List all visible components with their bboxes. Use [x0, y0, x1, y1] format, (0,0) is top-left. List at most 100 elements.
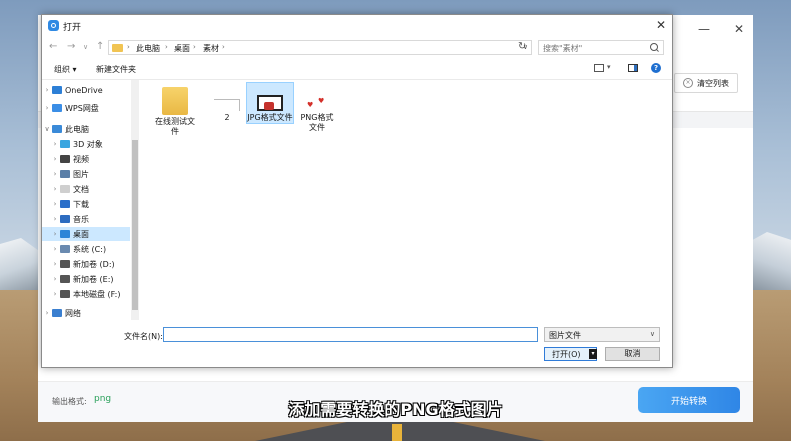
refresh-icon[interactable]: ↻	[518, 41, 526, 52]
breadcrumb-this-pc[interactable]: 此电脑	[136, 43, 160, 54]
chevron-right-icon[interactable]: ›	[50, 185, 60, 193]
navigation-bar: ← → ∨ ↑ › 此电脑 › 桌面 › 素材 › ∨ ↻ 搜索"素材"	[42, 37, 672, 59]
video-subtitle: 添加需要转换的PNG格式图片	[288, 400, 503, 419]
nav-item[interactable]: › 下载	[42, 197, 130, 211]
chevron-right-icon[interactable]: ›	[42, 104, 52, 112]
chevron-right-icon[interactable]: ›	[50, 170, 60, 178]
chevron-right-icon[interactable]: ›	[50, 290, 60, 298]
up-arrow-icon[interactable]: ↑	[96, 41, 104, 52]
wps-cloud-icon	[52, 104, 62, 112]
folder-icon	[162, 87, 188, 115]
drive-c-icon	[60, 245, 70, 253]
chevron-right-icon[interactable]: ›	[50, 215, 60, 223]
nav-item[interactable]: › 3D 对象	[42, 137, 130, 151]
dialog-titlebar: 打开 ✕	[42, 15, 672, 37]
png-image-icon	[304, 95, 330, 111]
nav-item[interactable]: › 音乐	[42, 212, 130, 226]
file-item[interactable]: 2	[204, 83, 250, 123]
open-file-dialog: 打开 ✕ ← → ∨ ↑ › 此电脑 › 桌面 › 素材 › ∨ ↻ 搜索"素材…	[41, 14, 673, 368]
nav-item[interactable]: › WPS网盘	[42, 101, 130, 115]
organize-button[interactable]: 组织 ▾	[54, 64, 77, 75]
chevron-down-icon[interactable]: ∨	[42, 125, 52, 133]
chevron-right-icon[interactable]: ›	[42, 86, 52, 94]
help-icon[interactable]: ?	[651, 63, 661, 73]
file-item[interactable]: JPG格式文件	[246, 82, 294, 124]
chevron-right-icon[interactable]: ›	[42, 309, 52, 317]
folder-icon	[112, 44, 123, 52]
chevron-down-icon: ∨	[649, 330, 655, 338]
forward-arrow-icon[interactable]: →	[67, 41, 75, 52]
filename-label: 文件名(N):	[124, 332, 163, 341]
nav-item[interactable]: › 系统 (C:)	[42, 242, 130, 256]
nav-item[interactable]: › 视频	[42, 152, 130, 166]
nav-item[interactable]: › 网络	[42, 306, 130, 320]
filetype-select[interactable]: 图片文件 ∨	[544, 327, 660, 342]
downloads-icon	[60, 200, 70, 208]
chevron-right-icon[interactable]: ›	[50, 155, 60, 163]
chevron-right-icon[interactable]: ›	[50, 140, 60, 148]
nav-item-label: 网络	[65, 308, 81, 318]
file-name: JPG格式文件	[247, 113, 293, 122]
breadcrumb-desktop[interactable]: 桌面	[174, 43, 190, 54]
nav-item[interactable]: › 新加卷 (E:)	[42, 272, 130, 286]
file-name: 在线测试文件	[155, 117, 195, 136]
nav-item[interactable]: › 图片	[42, 167, 130, 181]
view-options-icon[interactable]	[594, 64, 604, 72]
drive-icon	[60, 260, 70, 268]
desktop-icon	[60, 230, 70, 238]
scrollbar-thumb[interactable]	[132, 140, 138, 310]
filename-input[interactable]	[163, 327, 538, 342]
open-button-label: 打开(O)	[552, 350, 581, 359]
nav-item[interactable]: › 桌面	[42, 227, 130, 241]
dialog-close-icon[interactable]: ✕	[656, 18, 666, 32]
cancel-button[interactable]: 取消	[605, 347, 660, 361]
video-icon	[60, 155, 70, 163]
search-input[interactable]: 搜索"素材"	[538, 40, 664, 55]
nav-item[interactable]: › 新加卷 (D:)	[42, 257, 130, 271]
nav-item-label: WPS网盘	[65, 103, 99, 113]
nav-item-label: 新加卷 (D:)	[73, 259, 115, 269]
nav-item[interactable]: › 本地磁盘 (F:)	[42, 287, 130, 301]
road-line	[392, 424, 402, 441]
search-placeholder: 搜索"素材"	[543, 44, 583, 53]
file-list: 在线测试文件 2 JPG格式文件 PNG格式文件	[142, 80, 670, 320]
address-bar[interactable]: › 此电脑 › 桌面 › 素材 › ∨	[108, 40, 532, 55]
cloud-icon	[52, 86, 62, 94]
nav-item-label: 新加卷 (E:)	[73, 274, 114, 284]
file-name: PNG格式文件	[300, 113, 334, 132]
chevron-right-icon[interactable]: ›	[50, 230, 60, 238]
nav-item[interactable]: › 文档	[42, 182, 130, 196]
nav-item[interactable]: › OneDrive	[42, 83, 130, 97]
file-item[interactable]: 在线测试文件	[152, 83, 198, 137]
back-arrow-icon[interactable]: ←	[49, 41, 57, 52]
chevron-right-icon[interactable]: ›	[50, 200, 60, 208]
nav-scrollbar[interactable]	[131, 80, 139, 320]
nav-item-label: OneDrive	[65, 85, 103, 95]
network-icon	[52, 309, 62, 317]
nav-item-label: 视频	[73, 154, 89, 164]
chevron-right-icon[interactable]: ›	[50, 245, 60, 253]
chevron-right-icon[interactable]: ›	[50, 260, 60, 268]
preview-pane-icon[interactable]	[628, 64, 638, 72]
open-dropdown-icon[interactable]: ▾	[589, 349, 597, 359]
drive-icon	[60, 275, 70, 283]
clear-list-button[interactable]: × 清空列表	[674, 73, 738, 93]
file-icon	[214, 99, 240, 111]
chevron-right-icon[interactable]: ›	[50, 275, 60, 283]
nav-item[interactable]: ∨ 此电脑	[42, 122, 130, 136]
file-item[interactable]: PNG格式文件	[294, 83, 340, 133]
breadcrumb-assets[interactable]: 素材	[203, 43, 219, 54]
filetype-value: 图片文件	[549, 331, 581, 340]
minimize-icon[interactable]: —	[698, 22, 710, 36]
recent-dropdown-icon[interactable]: ∨	[83, 43, 88, 51]
clear-list-label: 清空列表	[697, 78, 729, 88]
clear-icon: ×	[683, 78, 693, 88]
new-folder-button[interactable]: 新建文件夹	[96, 64, 136, 75]
close-icon[interactable]: ✕	[734, 22, 744, 36]
view-dropdown-icon[interactable]: ▾	[607, 63, 611, 71]
file-name: 2	[224, 113, 230, 122]
open-button[interactable]: 打开(O) ▾	[544, 347, 597, 361]
nav-item-label: 下载	[73, 199, 89, 209]
jpg-image-icon	[257, 95, 283, 111]
3d-objects-icon	[60, 140, 70, 148]
